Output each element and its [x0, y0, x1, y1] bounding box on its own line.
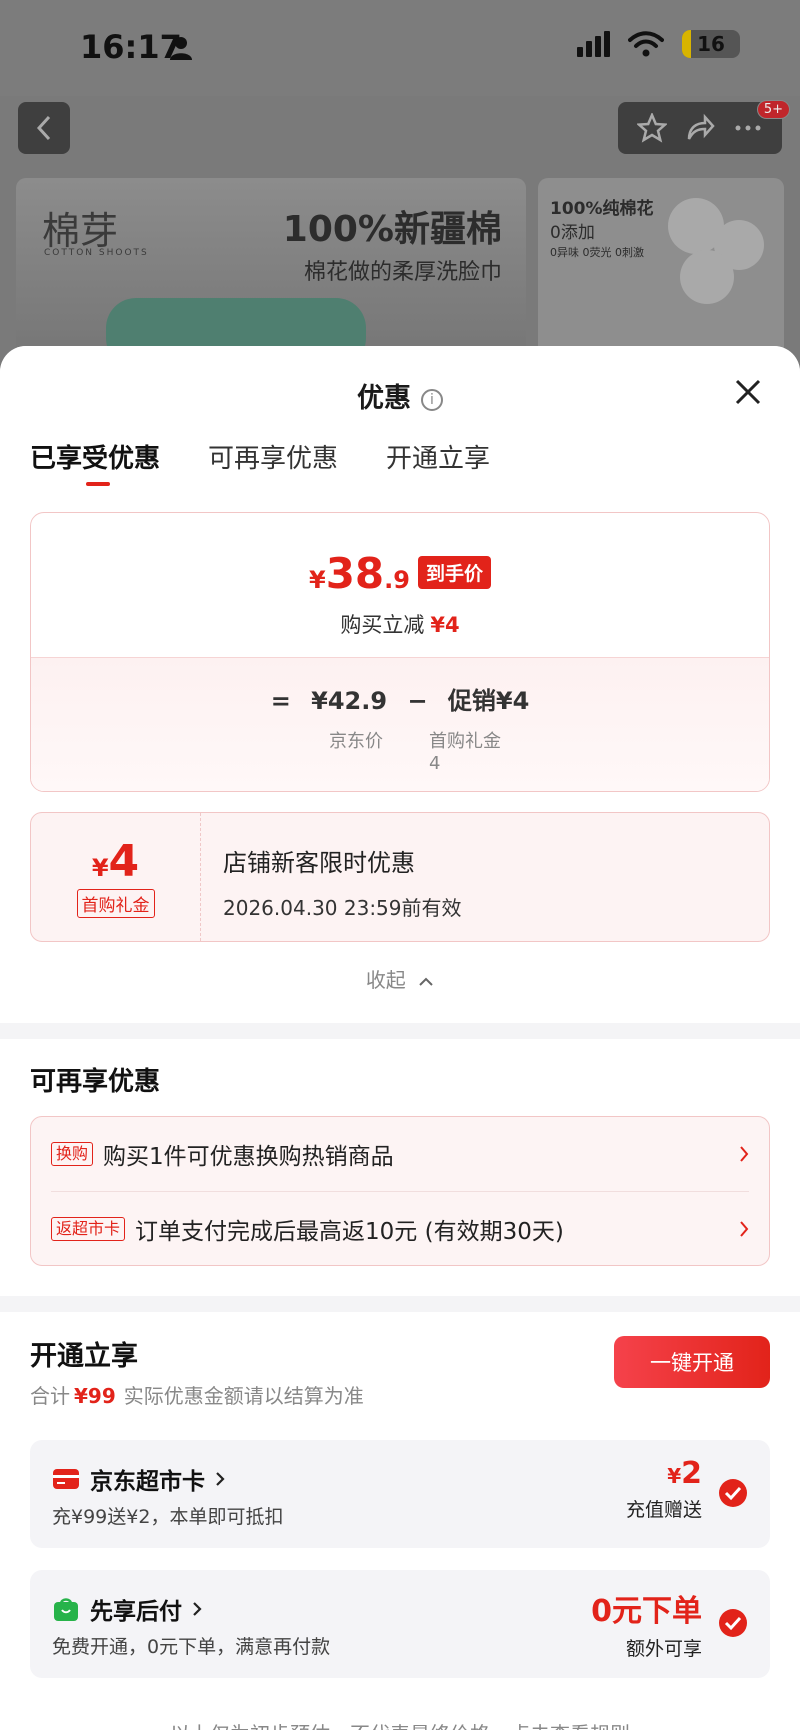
battery-icon: 16	[682, 30, 740, 58]
banner-title: 100%新疆棉	[282, 209, 502, 250]
coupon-validity: 2026.04.30 23:59前有效	[223, 896, 462, 920]
coupon-amount: ¥4	[91, 836, 140, 887]
status-bar: 16:17 16	[0, 0, 800, 96]
wifi-icon	[628, 31, 664, 57]
signal-icon	[577, 31, 610, 57]
sheet-title-text: 优惠	[357, 383, 411, 414]
back-button[interactable]	[18, 102, 70, 154]
coupon-card: ¥4 首购礼金 店铺新客限时优惠 2026.04.30 23:59前有效	[30, 812, 770, 942]
active-tab-indicator	[86, 482, 110, 486]
benefit-desc: 免费开通，0元下单，满意再付款	[52, 1636, 331, 1658]
benefit-name: 京东超市卡	[90, 1469, 205, 1495]
price-breakdown-card: ¥38.9 到手价 购买立减 ¥4 = ¥42.9 − 促销¥4 京东价 首购礼金 …	[30, 512, 770, 792]
chevron-right-icon	[216, 1472, 225, 1486]
banner-side-note: 0异味 0荧光 0刺激	[550, 246, 644, 259]
tab-open-now[interactable]: 开通立享	[386, 436, 490, 500]
banner-subtitle: 棉花做的柔厚洗脸巾	[303, 260, 502, 285]
footer-note[interactable]: 以上仅为初步预估，不代表最终价格，点击查看规则	[30, 1718, 770, 1730]
section-title-more: 可再享优惠	[30, 1067, 161, 1097]
open-summary: 合计 ¥99 实际优惠金额请以结算为准	[30, 1384, 364, 1408]
sheet-title: 优惠 i	[0, 376, 800, 415]
final-price-tag: 到手价	[417, 556, 491, 589]
chevron-left-icon	[36, 115, 51, 141]
price-calculation: = ¥42.9 − 促销¥4	[270, 687, 530, 715]
product-banner[interactable]: 棉芽 COTTON SHOOTS 100%新疆棉 棉花做的柔厚洗脸巾	[16, 178, 526, 358]
tab-more-discounts[interactable]: 可再享优惠	[208, 436, 338, 500]
card-icon	[53, 1469, 79, 1489]
info-icon[interactable]: i	[421, 388, 443, 411]
coupon-type-badge: 首购礼金	[76, 889, 155, 918]
chevron-right-icon	[740, 1146, 749, 1162]
product-banner-side[interactable]: 100%纯棉花 0添加 0异味 0荧光 0刺激	[538, 178, 784, 358]
bag-icon	[54, 1598, 78, 1621]
brand-logo: 棉芽	[42, 209, 119, 253]
more-icon[interactable]	[733, 113, 763, 143]
tab-bar: 已享受优惠 可再享优惠 开通立享	[0, 436, 800, 500]
list-item-trade-in[interactable]: 换购 购买1件可优惠换购热销商品	[51, 1117, 749, 1191]
chevron-right-icon	[740, 1221, 749, 1237]
tab-enjoyed[interactable]: 已享受优惠	[30, 436, 160, 500]
section-title-open: 开通立享	[30, 1341, 138, 1372]
star-icon[interactable]	[637, 113, 667, 143]
cashback-badge: 返超市卡	[51, 1216, 126, 1241]
instant-discount: 购买立减 ¥4	[340, 613, 460, 637]
brand-logo-en: COTTON SHOOTS	[44, 248, 149, 258]
coupon-title: 店铺新客限时优惠	[223, 849, 415, 877]
chevron-up-icon	[419, 977, 433, 986]
benefit-value: 0元下单 额外可享	[591, 1594, 702, 1660]
benefit-supermarket-card[interactable]: 京东超市卡 充¥99送¥2，本单即可抵扣 ¥2 充值赠送	[30, 1440, 770, 1548]
banner-side-subtitle: 0添加	[550, 223, 595, 243]
person-icon	[170, 37, 192, 60]
more-discounts-section: 可再享优惠 换购 购买1件可优惠换购热销商品 返超市卡 订单支付完成后最高返10…	[0, 1039, 800, 1296]
list-item-cashback[interactable]: 返超市卡 订单支付完成后最高返10元 (有效期30天)	[51, 1191, 749, 1265]
chevron-right-icon	[193, 1602, 202, 1616]
collapse-button[interactable]: 收起	[0, 942, 800, 1013]
trade-in-badge: 换购	[51, 1142, 94, 1166]
status-time: 16:17	[80, 28, 182, 66]
benefit-name: 先享后付	[90, 1599, 182, 1625]
one-key-open-button[interactable]: 一键开通	[614, 1336, 770, 1388]
open-now-section: 开通立享 合计 ¥99 实际优惠金额请以结算为准 一键开通 京东超市卡 充¥99送¥…	[0, 1312, 800, 1730]
base-price-label: 京东价	[329, 731, 383, 752]
final-price: ¥38.9 到手价	[31, 549, 769, 598]
close-icon[interactable]	[734, 378, 762, 406]
benefit-pay-later-card[interactable]: 先享后付 免费开通，0元下单，满意再付款 0元下单 额外可享	[30, 1570, 770, 1678]
check-circle-icon[interactable]	[718, 1478, 748, 1508]
discount-sheet: 优惠 i 已享受优惠 可再享优惠 开通立享 ¥38.9 到手价 购买立减 ¥4 =	[0, 346, 800, 1730]
check-circle-icon[interactable]	[718, 1608, 748, 1638]
notification-badge: 5+	[756, 100, 790, 119]
cotton-image	[680, 250, 734, 304]
benefit-desc: 充¥99送¥2，本单即可抵扣	[52, 1506, 284, 1528]
share-icon[interactable]	[685, 113, 715, 143]
banner-side-title: 100%纯棉花	[550, 199, 654, 219]
promo-label: 首购礼金 4	[429, 731, 501, 774]
benefit-value: ¥2 充值赠送	[625, 1456, 702, 1521]
